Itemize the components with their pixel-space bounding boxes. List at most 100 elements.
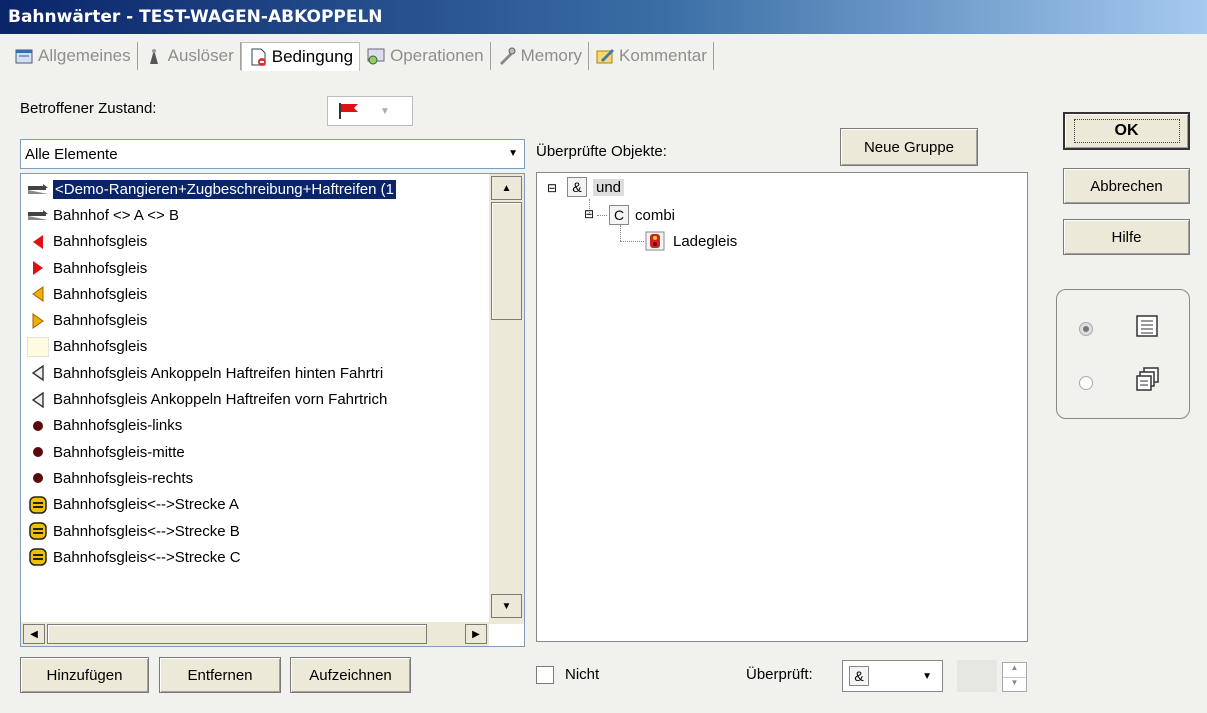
- tab-label: Bedingung: [271, 46, 354, 66]
- checked-objects-tree[interactable]: ⊟ & und ⊟ C combi Ladegleis: [536, 172, 1028, 642]
- list-item-label: Bahnhof <> A <> B: [53, 206, 179, 224]
- record-button[interactable]: Aufzeichnen: [290, 657, 411, 693]
- trigger-icon: [149, 49, 158, 64]
- tab-operationen[interactable]: Operationen: [360, 42, 491, 70]
- element-list[interactable]: <Demo-Rangieren+Zugbeschreibung+Haftreif…: [20, 173, 525, 647]
- and-symbol-icon: &: [567, 177, 587, 197]
- tab-bedingung[interactable]: Bedingung: [240, 41, 361, 71]
- tree-node-label: combi: [635, 206, 676, 224]
- tree-node-combi[interactable]: C combi: [609, 205, 675, 225]
- view-detail-radio[interactable]: [1079, 376, 1093, 390]
- tab-label: Memory: [520, 46, 583, 65]
- flag-icon: [339, 103, 358, 119]
- list-item[interactable]: Bahnhofsgleis: [21, 229, 487, 255]
- scroll-left-button[interactable]: ◀: [23, 624, 45, 644]
- remove-button[interactable]: Entfernen: [159, 657, 281, 693]
- switch-icon: [27, 495, 49, 514]
- cancel-button[interactable]: Abbrechen: [1063, 168, 1190, 204]
- list-item[interactable]: Bahnhof <> A <> B: [21, 202, 487, 228]
- list-item[interactable]: Bahnhofsgleis: [21, 281, 487, 307]
- spin-button[interactable]: ▲ ▼: [1002, 662, 1027, 692]
- checked-operator-select[interactable]: & ▼: [842, 660, 943, 692]
- collapse-icon[interactable]: ⊟: [584, 207, 594, 221]
- help-button[interactable]: Hilfe: [1063, 219, 1190, 255]
- tree-connector: [620, 225, 621, 241]
- outline-triangle-left-icon: [27, 391, 49, 409]
- tab-ausloeser[interactable]: Auslöser: [138, 42, 241, 70]
- element-filter-select[interactable]: Alle Elemente ▼: [20, 139, 525, 169]
- spin-up-icon[interactable]: ▲: [1003, 663, 1026, 678]
- tree-node-label: Ladegleis: [673, 232, 738, 250]
- chevron-down-icon[interactable]: ▼: [922, 671, 932, 682]
- list-item[interactable]: <Demo-Rangieren+Zugbeschreibung+Haftreif…: [21, 176, 487, 202]
- tab-label: Auslöser: [167, 46, 234, 65]
- list-item[interactable]: Bahnhofsgleis Ankoppeln Haftreifen vorn …: [21, 386, 487, 412]
- combi-symbol-icon: C: [609, 205, 629, 225]
- list-item[interactable]: Bahnhofsgleis<-->Strecke C: [21, 544, 487, 570]
- add-button[interactable]: Hinzufügen: [20, 657, 149, 693]
- yellow-triangle-right-icon: [27, 312, 49, 330]
- list-item[interactable]: Bahnhofsgleis<-->Strecke B: [21, 518, 487, 544]
- and-symbol-icon: &: [849, 666, 869, 686]
- not-label: Nicht: [565, 666, 600, 683]
- horizontal-scrollbar[interactable]: ◀ ▶: [21, 622, 489, 646]
- list-item-label: Bahnhofsgleis-mitte: [53, 443, 185, 461]
- list-item-label: Bahnhofsgleis: [53, 338, 148, 356]
- add-button-label: Hinzufügen: [46, 666, 123, 684]
- zustand-label: Betroffener Zustand:: [20, 100, 157, 117]
- list-item[interactable]: Bahnhofsgleis: [21, 307, 487, 333]
- tab-memory[interactable]: Memory: [491, 42, 590, 70]
- dot-icon: [27, 417, 49, 435]
- view-list-radio[interactable]: [1079, 322, 1093, 336]
- window-title: Bahnwärter - TEST-WAGEN-ABKOPPELN: [0, 0, 1207, 34]
- remove-button-label: Entfernen: [187, 666, 253, 684]
- cancel-button-label: Abbrechen: [1090, 177, 1163, 195]
- new-group-button[interactable]: Neue Gruppe: [840, 128, 978, 166]
- filter-value: Alle Elemente: [25, 145, 118, 163]
- spin-down-icon[interactable]: ▼: [1003, 678, 1026, 692]
- list-item[interactable]: Bahnhofsgleis Ankoppeln Haftreifen hinte…: [21, 360, 487, 386]
- list-item[interactable]: Bahnhofsgleis-rechts: [21, 465, 487, 491]
- tree-node-und[interactable]: & und: [567, 177, 625, 197]
- not-checkbox[interactable]: [536, 666, 554, 684]
- list-item[interactable]: Bahnhofsgleis: [21, 334, 487, 360]
- tab-label: Allgemeines: [38, 46, 131, 65]
- tab-allgemeines[interactable]: Allgemeines: [8, 42, 138, 70]
- list-item-label: Bahnhofsgleis: [53, 233, 148, 251]
- condition-icon: [251, 48, 266, 66]
- detail-view-icon: [1136, 367, 1159, 391]
- blank-box-icon: [27, 336, 49, 357]
- tree-node-ladegleis[interactable]: Ladegleis: [645, 231, 737, 251]
- chevron-down-icon: ▼: [380, 105, 390, 117]
- scroll-right-button[interactable]: ▶: [465, 624, 487, 644]
- list-item[interactable]: Bahnhofsgleis-links: [21, 413, 487, 439]
- memory-icon: [499, 47, 516, 65]
- tab-kommentar[interactable]: Kommentar: [589, 42, 714, 70]
- scroll-thumb[interactable]: [491, 202, 522, 320]
- scroll-up-button[interactable]: ▲: [491, 176, 522, 200]
- list-item-label: Bahnhofsgleis-rechts: [53, 469, 194, 487]
- switch-icon: [27, 522, 49, 540]
- list-item-label: Bahnhofsgleis: [53, 259, 148, 277]
- checked-objects-label: Überprüfte Objekte:: [536, 143, 667, 160]
- collapse-icon[interactable]: ⊟: [547, 181, 557, 195]
- dot-icon: [27, 469, 49, 487]
- list-item-label: Bahnhofsgleis Ankoppeln Haftreifen vorn …: [53, 391, 388, 409]
- vertical-scrollbar[interactable]: ▲ ▼: [489, 174, 524, 624]
- list-item-label: Bahnhofsgleis: [53, 285, 148, 303]
- checked-label: Überprüft:: [746, 666, 813, 683]
- new-group-button-label: Neue Gruppe: [863, 138, 955, 156]
- list-item-label: Bahnhofsgleis-links: [53, 417, 183, 435]
- outline-triangle-left-icon: [27, 364, 49, 382]
- scroll-down-button[interactable]: ▼: [491, 594, 522, 618]
- tree-connector: [597, 215, 607, 216]
- hscroll-thumb[interactable]: [47, 624, 427, 644]
- list-item[interactable]: Bahnhofsgleis<-->Strecke A: [21, 492, 487, 518]
- value-field[interactable]: [957, 660, 997, 692]
- ok-button-label: OK: [1073, 119, 1180, 143]
- zustand-dropdown[interactable]: ▼: [327, 96, 413, 126]
- list-item[interactable]: Bahnhofsgleis-mitte: [21, 439, 487, 465]
- list-item-label: Bahnhofsgleis<-->Strecke B: [53, 522, 240, 540]
- ok-button[interactable]: OK: [1063, 112, 1190, 150]
- list-item[interactable]: Bahnhofsgleis: [21, 255, 487, 281]
